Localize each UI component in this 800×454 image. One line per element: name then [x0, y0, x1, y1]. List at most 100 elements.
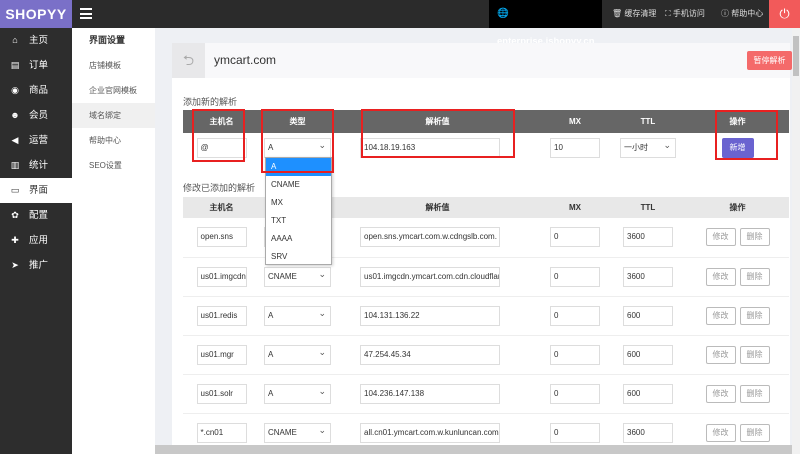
- sidebar-item[interactable]: ☻ 会员: [0, 103, 72, 128]
- type-select[interactable]: A: [264, 383, 331, 404]
- highlight-box: [715, 110, 778, 160]
- mobile-view-button[interactable]: ⛶ 手机访问: [665, 0, 705, 28]
- host-input[interactable]: open.sns: [196, 227, 247, 248]
- option-txt[interactable]: TXT: [266, 212, 331, 230]
- edit-button[interactable]: 修改: [705, 423, 736, 442]
- mx-input[interactable]: 0: [550, 266, 600, 287]
- sidebar-item-label: 运营: [29, 135, 49, 146]
- delete-button[interactable]: 删除: [739, 423, 770, 442]
- type-select[interactable]: CNAME: [264, 422, 331, 443]
- logo[interactable]: SHOPYY: [0, 0, 72, 28]
- sidebar-item[interactable]: ➤ 推广: [0, 253, 72, 278]
- edit-button[interactable]: 修改: [705, 228, 736, 247]
- sidebar-icon: ▤: [10, 60, 20, 70]
- mx-input[interactable]: 10: [550, 138, 600, 158]
- sidebar-item[interactable]: ▥ 统计: [0, 153, 72, 178]
- scan-icon: ⛶: [665, 9, 673, 18]
- ttl-input[interactable]: 600: [623, 383, 673, 404]
- highlight-box: [261, 109, 334, 173]
- value-input[interactable]: 47.254.45.34: [360, 344, 500, 365]
- site-link[interactable]: 🌐 enterprise.ishopyy.cn: [489, 0, 602, 47]
- mx-input[interactable]: 0: [550, 227, 600, 248]
- host-input[interactable]: *.cn01: [196, 422, 247, 443]
- edit-button[interactable]: 修改: [705, 345, 736, 364]
- type-dropdown[interactable]: A CNAME MX TXT AAAA SRV: [265, 157, 332, 265]
- ttl-input[interactable]: 600: [623, 305, 673, 326]
- value-input[interactable]: all.cn01.ymcart.com.w.kunluncan.com.: [360, 422, 500, 443]
- ttl-input[interactable]: 3600: [623, 422, 673, 443]
- subnav-item-enterprise-template[interactable]: 企业官网模板: [72, 78, 155, 103]
- col-mx: MX: [540, 197, 610, 218]
- host-input[interactable]: us01.mgr: [196, 344, 247, 365]
- vertical-scroll-thumb[interactable]: [793, 36, 799, 76]
- delete-button[interactable]: 删除: [739, 345, 770, 364]
- sidebar-item-label: 订单: [29, 60, 49, 71]
- back-icon[interactable]: ⮌: [172, 43, 205, 78]
- sidebar-item[interactable]: ▭ 界面: [0, 178, 72, 203]
- ttl-input[interactable]: 3600: [623, 266, 673, 287]
- host-input[interactable]: us01.redis: [196, 305, 247, 326]
- type-select[interactable]: A: [264, 344, 331, 365]
- option-cname[interactable]: CNAME: [266, 176, 331, 194]
- subnav-item-domain-binding[interactable]: 域名绑定: [72, 103, 155, 128]
- pause-resolution-button[interactable]: 暂停解析: [747, 51, 792, 70]
- highlight-box: [361, 109, 515, 158]
- type-select[interactable]: CNAME: [264, 266, 331, 287]
- subnav-item-seo[interactable]: SEO设置: [72, 153, 155, 178]
- table-row: us01.solr A 104.236.147.138 0 600 修改删除: [183, 374, 789, 414]
- value-input[interactable]: 104.236.147.138: [360, 383, 500, 404]
- sidebar-item[interactable]: ✚ 应用: [0, 228, 72, 253]
- host-input[interactable]: us01.imgcdn: [196, 266, 247, 287]
- col-ttl: TTL: [610, 197, 686, 218]
- value-input[interactable]: open.sns.ymcart.com.w.cdngslb.com.: [360, 227, 500, 248]
- sidebar-icon: ◀: [11, 135, 19, 145]
- cache-clear-button[interactable]: 🗑 缓存清理: [612, 0, 656, 28]
- host-input[interactable]: us01.solr: [196, 383, 247, 404]
- type-select[interactable]: A: [264, 305, 331, 326]
- mx-input[interactable]: 0: [550, 383, 600, 404]
- value-input[interactable]: 104.131.136.22: [360, 305, 500, 326]
- sidebar-icon: ✚: [11, 235, 19, 245]
- edit-section-title: 修改已添加的解析: [183, 183, 256, 193]
- sidebar-item-label: 应用: [29, 235, 49, 246]
- vertical-scrollbar[interactable]: [792, 28, 800, 454]
- menu-icon[interactable]: [80, 8, 92, 19]
- sidebar-item[interactable]: ✿ 配置: [0, 203, 72, 228]
- sidebar-item[interactable]: ◀ 运营: [0, 128, 72, 153]
- sidebar-icon: ◉: [11, 85, 19, 95]
- sidebar-icon: ⌂: [12, 35, 18, 45]
- mx-input[interactable]: 0: [550, 305, 600, 326]
- delete-button[interactable]: 删除: [739, 306, 770, 325]
- mx-input[interactable]: 0: [550, 422, 600, 443]
- value-input[interactable]: us01.imgcdn.ymcart.com.cdn.cloudflare: [360, 266, 500, 287]
- ttl-select[interactable]: 一小时: [620, 138, 676, 158]
- delete-button[interactable]: 删除: [739, 384, 770, 403]
- ttl-input[interactable]: 600: [623, 344, 673, 365]
- subnav-item-help-center[interactable]: 帮助中心: [72, 128, 155, 153]
- power-icon[interactable]: ⏻: [769, 0, 800, 28]
- edit-button[interactable]: 修改: [705, 384, 736, 403]
- sidebar-item-label: 会员: [29, 110, 49, 121]
- subnav-item-store-template[interactable]: 店铺模板: [72, 53, 155, 78]
- col-mx: MX: [540, 110, 610, 133]
- sidebar-item-label: 统计: [29, 160, 49, 171]
- globe-icon: 🌐: [497, 8, 509, 19]
- option-aaaa[interactable]: AAAA: [266, 230, 331, 248]
- option-mx[interactable]: MX: [266, 194, 331, 212]
- sidebar-item-label: 配置: [29, 210, 49, 221]
- edit-button[interactable]: 修改: [705, 267, 736, 286]
- sidebar-icon: ▭: [10, 185, 20, 195]
- ttl-input[interactable]: 3600: [623, 227, 673, 248]
- horizontal-scrollbar[interactable]: [155, 445, 792, 454]
- delete-button[interactable]: 删除: [739, 228, 770, 247]
- sidebar-item[interactable]: ⌂ 主页: [0, 28, 72, 53]
- edit-button[interactable]: 修改: [705, 306, 736, 325]
- sidebar-item-label: 主页: [29, 35, 49, 46]
- help-button[interactable]: ⓘ 帮助中心: [721, 0, 763, 28]
- sidebar-item[interactable]: ▤ 订单: [0, 53, 72, 78]
- option-srv[interactable]: SRV: [266, 248, 331, 266]
- mx-input[interactable]: 0: [550, 344, 600, 365]
- delete-button[interactable]: 删除: [739, 267, 770, 286]
- highlight-box: [192, 109, 245, 162]
- sidebar-item[interactable]: ◉ 商品: [0, 78, 72, 103]
